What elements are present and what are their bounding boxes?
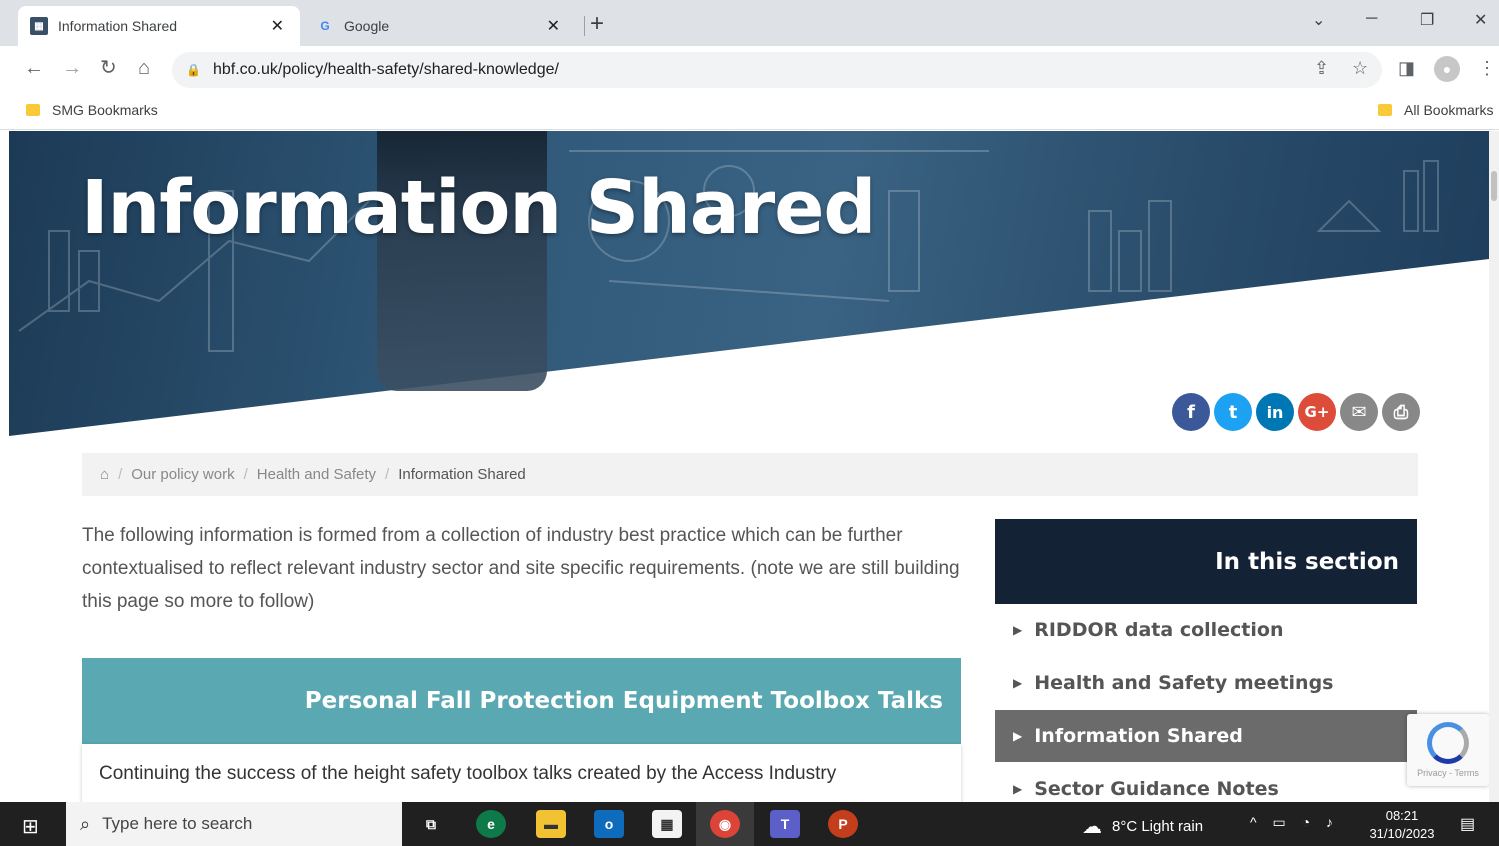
breadcrumb-separator: / bbox=[243, 466, 248, 483]
web-page: Information Shared f t in G+ ✉ ⎙ ⌂ / Our… bbox=[9, 131, 1489, 802]
hbf-icon: ▦ bbox=[30, 17, 48, 35]
task-view-icon[interactable]: ⧉ bbox=[416, 810, 446, 838]
windows-start-icon[interactable]: ⊞ bbox=[22, 814, 39, 839]
bookmark-label: SMG Bookmarks bbox=[52, 102, 158, 118]
tab-information-shared[interactable]: ▦ Information Shared ✕ bbox=[18, 6, 300, 46]
share-page-icon[interactable]: ⇪ bbox=[1314, 58, 1329, 79]
teams-icon[interactable]: T bbox=[770, 810, 800, 838]
linkedin-share-icon[interactable]: in bbox=[1256, 393, 1294, 431]
lock-icon: 🔒 bbox=[186, 63, 201, 77]
clock-time: 08:21 bbox=[1385, 808, 1419, 823]
sidebar-item-riddor[interactable]: ▶ RIDDOR data collection bbox=[995, 604, 1417, 656]
sidebar-heading: In this section bbox=[995, 519, 1417, 604]
bookmark-folder-smg[interactable]: SMG Bookmarks bbox=[26, 102, 158, 118]
sidebar-item-label: Health and Safety meetings bbox=[1034, 672, 1334, 694]
tab-search-icon[interactable]: ⌄ bbox=[1312, 10, 1325, 30]
caret-right-icon: ▶ bbox=[1013, 782, 1023, 796]
bookmarks-bar: SMG Bookmarks All Bookmarks bbox=[0, 92, 1499, 130]
folder-icon bbox=[26, 104, 40, 116]
notification-icon[interactable]: ▤ bbox=[1460, 814, 1475, 834]
card-body-text: Continuing the success of the height saf… bbox=[99, 763, 837, 784]
card-heading[interactable]: Personal Fall Protection Equipment Toolb… bbox=[82, 658, 961, 744]
bookmark-label: All Bookmarks bbox=[1404, 102, 1494, 118]
breadcrumb-separator: / bbox=[385, 466, 390, 483]
side-panel-icon[interactable]: ◨ bbox=[1398, 58, 1415, 79]
profile-avatar-icon[interactable]: ● bbox=[1434, 56, 1460, 82]
weather-widget[interactable]: ☁ 8°C Light rain bbox=[1082, 814, 1203, 839]
breadcrumb-separator: / bbox=[118, 466, 123, 483]
email-share-icon[interactable]: ✉ bbox=[1340, 393, 1378, 431]
sidebar-item-label: Sector Guidance Notes bbox=[1034, 778, 1279, 800]
breadcrumb-link[interactable]: Our policy work bbox=[131, 466, 234, 483]
google-icon: G bbox=[320, 19, 330, 33]
tab-google[interactable]: G Google ✕ bbox=[304, 6, 576, 46]
caret-right-icon: ▶ bbox=[1013, 623, 1023, 637]
share-buttons: f t in G+ ✉ ⎙ bbox=[1172, 393, 1420, 431]
facebook-share-icon[interactable]: f bbox=[1172, 393, 1210, 431]
close-window-button[interactable]: ✕ bbox=[1474, 10, 1487, 30]
breadcrumb: ⌂ / Our policy work / Health and Safety … bbox=[82, 453, 1418, 496]
url-text: hbf.co.uk/policy/health-safety/shared-kn… bbox=[212, 61, 559, 78]
page-title: Information Shared bbox=[81, 165, 876, 251]
search-placeholder: Type here to search bbox=[102, 814, 253, 833]
weather-text: 8°C Light rain bbox=[1112, 818, 1204, 835]
recaptcha-icon bbox=[1427, 722, 1469, 764]
recaptcha-badge[interactable]: Privacy - Terms bbox=[1407, 714, 1489, 786]
bookmark-folder-all[interactable]: All Bookmarks bbox=[1378, 102, 1493, 118]
sidebar-item-sector-guidance[interactable]: ▶ Sector Guidance Notes bbox=[995, 763, 1417, 802]
home-icon[interactable]: ⌂ bbox=[138, 56, 150, 80]
edge-icon[interactable]: e bbox=[476, 810, 506, 838]
menu-icon[interactable]: ⋮ bbox=[1478, 58, 1496, 79]
folder-icon bbox=[1378, 104, 1392, 116]
reload-icon[interactable]: ↻ bbox=[100, 56, 117, 80]
page-scrollbar[interactable] bbox=[1489, 131, 1499, 802]
sidebar-item-label: RIDDOR data collection bbox=[1034, 619, 1284, 641]
cloud-rain-icon: ☁ bbox=[1082, 816, 1102, 838]
address-bar[interactable]: 🔒 hbf.co.uk/policy/health-safety/shared-… bbox=[172, 52, 1382, 88]
sidebar-item-hs-meetings[interactable]: ▶ Health and Safety meetings bbox=[995, 657, 1417, 709]
caret-right-icon: ▶ bbox=[1013, 729, 1023, 743]
close-tab-icon[interactable]: ✕ bbox=[267, 16, 288, 36]
breadcrumb-link[interactable]: Health and Safety bbox=[257, 466, 376, 483]
restore-button[interactable]: ❐ bbox=[1420, 10, 1434, 30]
tab-title: Information Shared bbox=[58, 18, 178, 34]
tab-divider bbox=[584, 16, 585, 36]
clock[interactable]: 08:21 31/10/2023 bbox=[1362, 807, 1442, 843]
print-icon[interactable]: ⎙ bbox=[1382, 393, 1420, 431]
home-icon[interactable]: ⌂ bbox=[100, 466, 109, 483]
chrome-icon[interactable]: ◉ bbox=[710, 810, 740, 838]
new-tab-button[interactable]: + bbox=[590, 12, 604, 36]
file-explorer-icon[interactable]: ▬ bbox=[536, 810, 566, 838]
twitter-share-icon[interactable]: t bbox=[1214, 393, 1252, 431]
forward-icon[interactable]: → bbox=[62, 56, 82, 80]
browser-toolbar: ← → ↻ ⌂ 🔒 hbf.co.uk/policy/health-safety… bbox=[0, 46, 1499, 92]
sidebar-item-label: Information Shared bbox=[1034, 725, 1243, 747]
intro-paragraph: The following information is formed from… bbox=[82, 525, 960, 612]
breadcrumb-current: Information Shared bbox=[398, 466, 526, 483]
search-icon: ⌕ bbox=[80, 813, 91, 834]
minimize-button[interactable]: ─ bbox=[1366, 10, 1377, 28]
tab-title: Google bbox=[344, 18, 390, 34]
close-tab-icon[interactable]: ✕ bbox=[543, 16, 564, 36]
back-icon[interactable]: ← bbox=[24, 56, 44, 80]
clock-date: 31/10/2023 bbox=[1369, 826, 1435, 841]
caret-right-icon: ▶ bbox=[1013, 676, 1023, 690]
screen: ▦ Information Shared ✕ G Google ✕ + ⌄ ─ … bbox=[0, 0, 1499, 846]
google-plus-share-icon[interactable]: G+ bbox=[1298, 393, 1336, 431]
recaptcha-links[interactable]: Privacy - Terms bbox=[1407, 768, 1489, 778]
store-icon[interactable]: ▦ bbox=[652, 810, 682, 838]
outlook-icon[interactable]: o bbox=[594, 810, 624, 838]
sidebar-item-information-shared[interactable]: ▶ Information Shared bbox=[995, 710, 1417, 762]
taskbar-search-box[interactable]: ⌕ Type here to search bbox=[66, 802, 402, 846]
powerpoint-icon[interactable]: P bbox=[828, 810, 858, 838]
bookmark-star-icon[interactable]: ☆ bbox=[1352, 58, 1368, 79]
scrollbar-thumb[interactable] bbox=[1491, 171, 1497, 201]
windows-taskbar: ⊞ ⌕ Type here to search ⧉ e ▬ o ▦ ◉ T P … bbox=[0, 802, 1499, 846]
browser-tab-strip: ▦ Information Shared ✕ G Google ✕ + ⌄ ─ … bbox=[0, 0, 1499, 46]
system-tray[interactable]: ^ ▭ ◔ ♪ bbox=[1250, 814, 1339, 831]
